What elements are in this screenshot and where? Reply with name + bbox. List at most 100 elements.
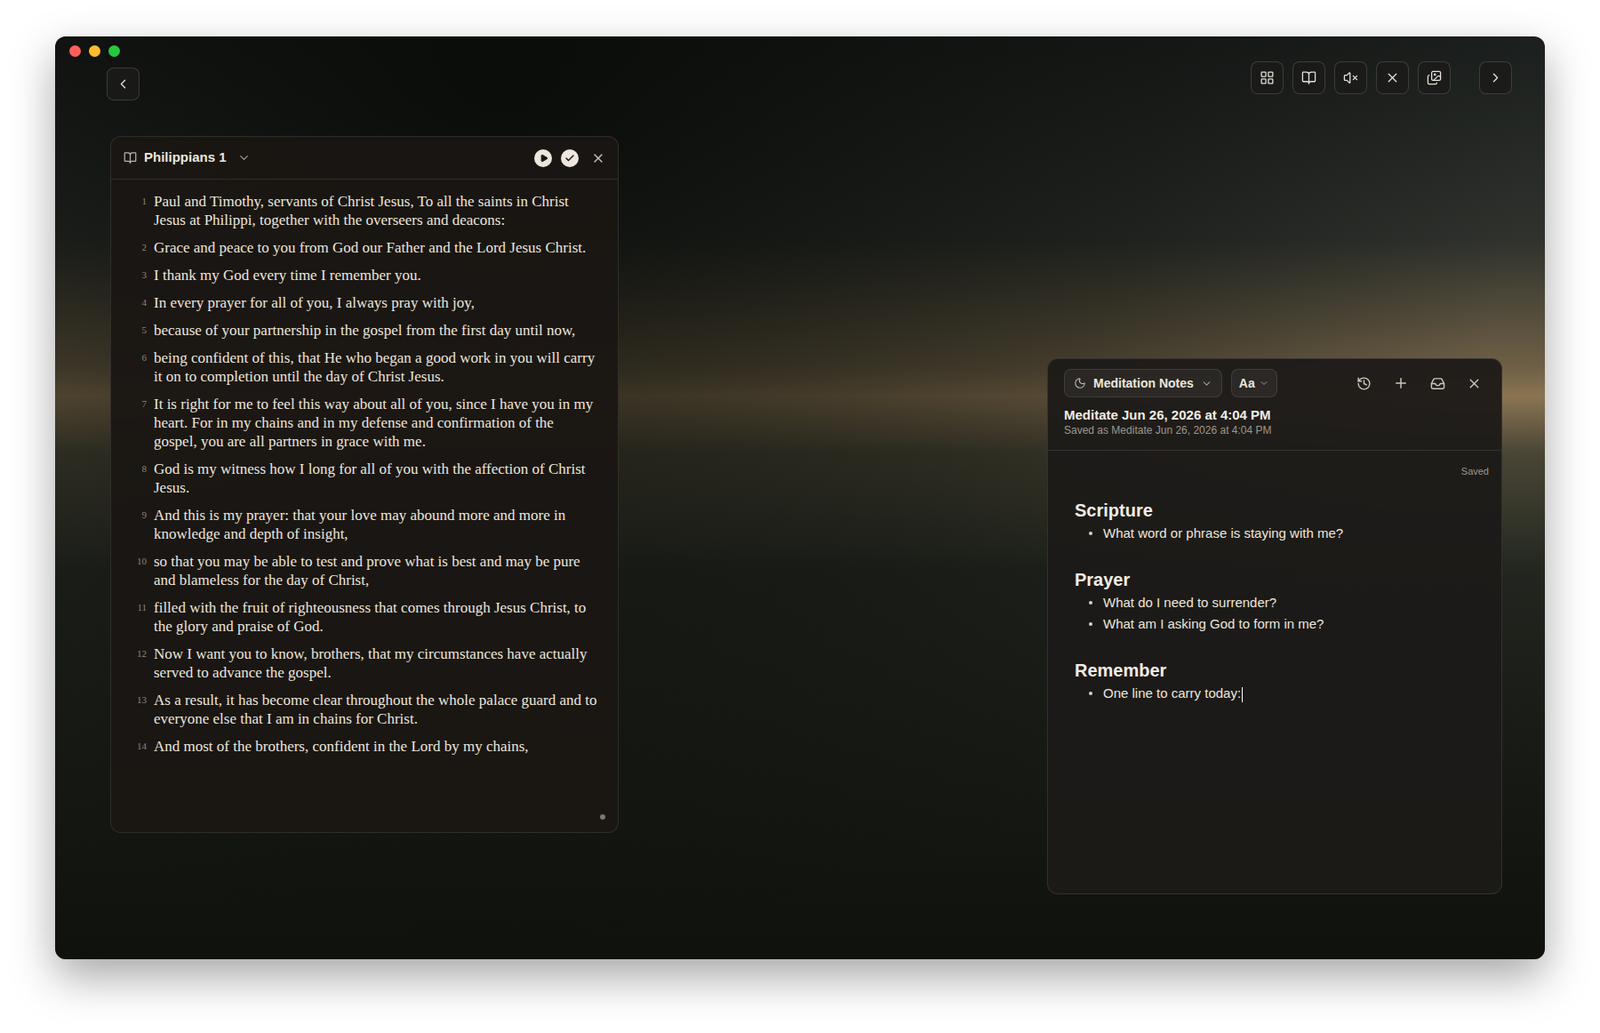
gallery-icon xyxy=(1426,70,1442,86)
verse[interactable]: 2Grace and peace to you from God our Fat… xyxy=(128,238,600,257)
toolbar xyxy=(1250,45,1531,95)
chapter-title[interactable]: Philippians 1 xyxy=(144,147,227,168)
play-icon xyxy=(539,153,549,163)
verse-text: I thank my God every time I remember you… xyxy=(153,265,600,285)
layout-icon xyxy=(1259,70,1275,86)
note-section: RememberOne line to carry today: xyxy=(1074,659,1475,704)
verse-number: 10 xyxy=(128,552,147,590)
verse-list: 1Paul and Timothy, servants of Christ Je… xyxy=(111,179,618,832)
reader-icon xyxy=(1301,70,1317,86)
text-caret xyxy=(1241,687,1243,703)
play-button[interactable] xyxy=(534,149,552,168)
verse-number: 6 xyxy=(128,348,147,386)
forward-button[interactable] xyxy=(1479,61,1512,95)
template-dropdown[interactable]: Meditation Notes xyxy=(1064,368,1223,398)
layout-button[interactable] xyxy=(1250,61,1284,95)
verse[interactable]: 12Now I want you to know, brothers, that… xyxy=(128,644,600,682)
verse[interactable]: 1Paul and Timothy, servants of Christ Je… xyxy=(128,192,600,230)
verse-number: 4 xyxy=(128,293,147,312)
app-window: Philippians 1 1Paul and Timothy, servants… xyxy=(55,36,1545,960)
close-icon[interactable] xyxy=(1466,376,1482,392)
verse-number: 13 xyxy=(128,690,147,728)
reader-panel: Philippians 1 1Paul and Timothy, servants… xyxy=(110,136,619,833)
verse-number: 11 xyxy=(128,598,147,636)
verse[interactable]: 10so that you may be able to test and pr… xyxy=(128,552,600,590)
verse-number: 3 xyxy=(128,265,147,285)
page: Philippians 1 1Paul and Timothy, servants… xyxy=(0,0,1600,1033)
zoom-window-button[interactable] xyxy=(108,45,120,57)
verse-text: so that you may be able to test and prov… xyxy=(153,552,600,590)
verse-text: God is my witness how I long for all of … xyxy=(153,459,600,497)
back-button[interactable] xyxy=(106,67,140,101)
verse-text: Paul and Timothy, servants of Christ Jes… xyxy=(153,192,600,230)
bullet-icon xyxy=(1088,622,1093,626)
chevron-down-icon xyxy=(1258,377,1270,389)
verse-text: And this is my prayer: that your love ma… xyxy=(153,505,600,544)
minimize-window-button[interactable] xyxy=(88,45,101,57)
close-icon[interactable] xyxy=(591,151,606,166)
verse-number: 5 xyxy=(128,320,147,340)
verse-text: It is right for me to feel this way abou… xyxy=(153,394,600,451)
notes-panel: Meditation Notes Aa Meditate Jun 26, 2026 … xyxy=(1047,358,1503,895)
verse[interactable]: 8God is my witness how I long for all of… xyxy=(128,459,600,497)
verse[interactable]: 5 because of your partnership in the gosp… xyxy=(128,320,600,340)
verse-number: 12 xyxy=(128,644,147,682)
verse[interactable]: 13As a result, it has become clear throu… xyxy=(128,690,600,728)
note-title: Meditate Jun 26, 2026 at 4:04 PM xyxy=(1064,407,1486,424)
reader-button[interactable] xyxy=(1292,61,1326,95)
section-heading: Prayer xyxy=(1074,568,1475,591)
traffic-lights xyxy=(69,45,140,57)
reader-header: Philippians 1 xyxy=(111,136,618,180)
back-icon xyxy=(115,76,131,92)
note-editor[interactable]: ScriptureWhat word or phrase is staying … xyxy=(1048,477,1502,704)
scroll-grip-icon xyxy=(600,814,606,820)
plus-icon[interactable] xyxy=(1392,375,1409,392)
verse-text: In every prayer for all of you, I always… xyxy=(153,293,600,312)
check-icon xyxy=(564,152,576,164)
save-status: Saved xyxy=(1048,450,1502,478)
verse[interactable]: 4 In every prayer for all of you, I alway… xyxy=(128,293,600,312)
verse-number: 8 xyxy=(128,459,147,497)
prompt-bullet: One line to carry today: xyxy=(1074,682,1475,704)
gallery-button[interactable] xyxy=(1417,61,1451,95)
history-icon[interactable] xyxy=(1356,376,1372,392)
prompt-bullet: What am I asking God to form in me? xyxy=(1074,613,1475,635)
close-scene-button[interactable] xyxy=(1376,61,1409,95)
verse-number: 9 xyxy=(128,505,147,544)
book-icon xyxy=(123,151,137,165)
mute-button[interactable] xyxy=(1334,61,1368,95)
mute-icon xyxy=(1343,70,1359,86)
section-heading: Remember xyxy=(1074,659,1475,681)
verse-number: 14 xyxy=(128,736,147,756)
bullet-icon xyxy=(1088,600,1093,605)
font-dropdown[interactable]: Aa xyxy=(1231,368,1278,398)
verse-text: filled with the fruit of righteousness t… xyxy=(153,598,600,636)
notes-header: Meditation Notes Aa Meditate Jun 26, 2026 … xyxy=(1048,359,1502,451)
prompt-bullet: What do I need to surrender? xyxy=(1074,592,1475,614)
note-section: ScriptureWhat word or phrase is staying … xyxy=(1074,499,1475,544)
close-window-button[interactable] xyxy=(69,45,81,57)
verse-text: being confident of this, that He who beg… xyxy=(153,348,600,386)
verse[interactable]: 6being confident of this, that He who be… xyxy=(128,348,600,386)
chevron-down-icon xyxy=(1200,377,1213,390)
section-heading: Scripture xyxy=(1074,499,1475,521)
verse-number: 7 xyxy=(128,394,147,451)
verse[interactable]: 7It is right for me to feel this way abo… xyxy=(128,394,600,451)
verse-text: As a result, it has become clear through… xyxy=(153,690,600,728)
export-icon[interactable] xyxy=(1430,376,1446,392)
title-bar xyxy=(55,36,1545,101)
verse[interactable]: 3 I thank my God every time I remember yo… xyxy=(128,265,600,285)
done-button[interactable] xyxy=(560,149,579,168)
verse[interactable]: 9And this is my prayer: that your love m… xyxy=(128,505,600,544)
bullet-icon xyxy=(1088,691,1093,696)
moon-icon xyxy=(1073,376,1087,390)
verse-text: Grace and peace to you from God our Fath… xyxy=(153,238,600,257)
bullet-icon xyxy=(1088,531,1093,536)
verse[interactable]: 11filled with the fruit of righteousness… xyxy=(128,598,600,636)
verse[interactable]: 14And most of the brothers, confident in… xyxy=(128,736,600,756)
chevron-down-icon[interactable] xyxy=(237,151,251,165)
verse-number: 1 xyxy=(128,192,147,230)
verse-text: because of your partnership in the gospe… xyxy=(153,320,600,340)
close-scene-icon xyxy=(1384,70,1400,86)
forward-icon xyxy=(1488,70,1504,86)
